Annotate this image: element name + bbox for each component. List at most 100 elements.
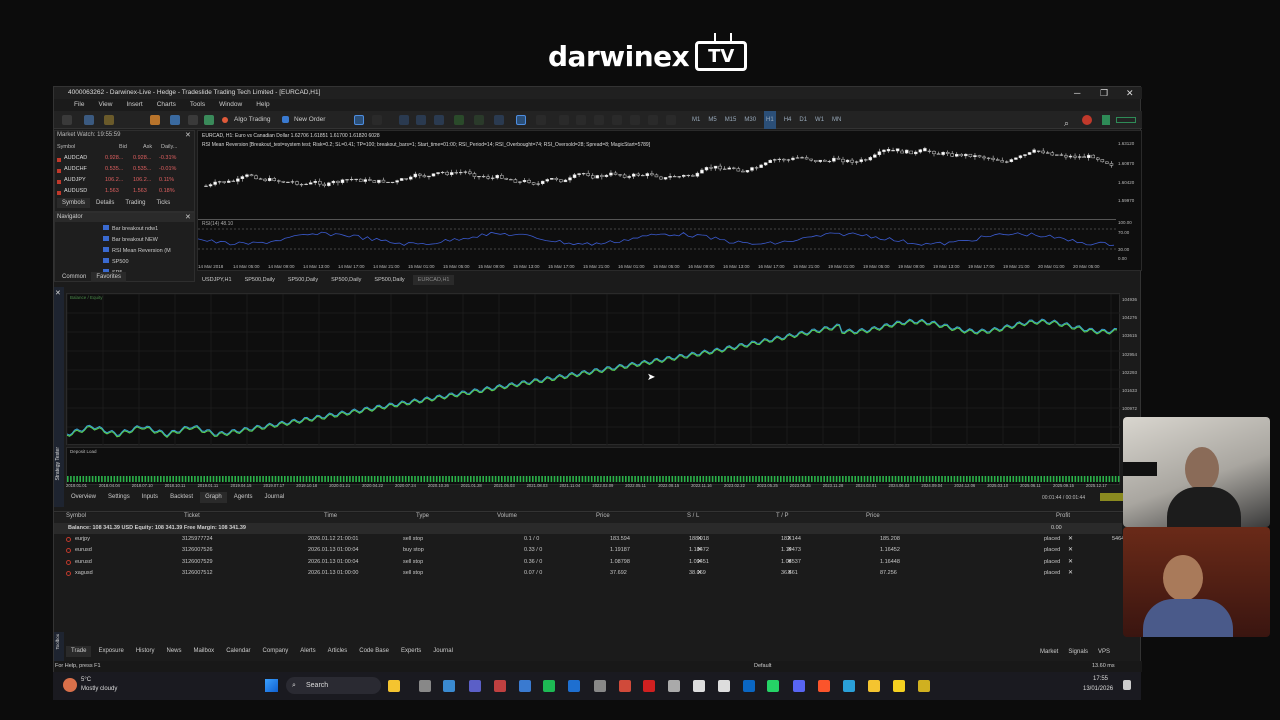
toolbox-tab-mailbox[interactable]: Mailbox [189, 646, 220, 657]
tf-m1[interactable]: M1 [692, 111, 700, 129]
algo-trading-button[interactable]: Algo Trading [234, 111, 271, 129]
tab-ticks[interactable]: Ticks [151, 198, 175, 208]
col-profit[interactable]: Profit [1056, 513, 1070, 519]
chart-tab[interactable]: SP500,Daily [326, 275, 366, 285]
toolbox-tab-news[interactable]: News [161, 646, 186, 657]
col-time[interactable]: Time [324, 513, 337, 519]
toolbox-tab-exposure[interactable]: Exposure [93, 646, 128, 657]
spotify-icon[interactable] [543, 680, 555, 692]
tab-agents[interactable]: Agents [229, 492, 258, 503]
toolbox-tab-experts[interactable]: Experts [396, 646, 426, 657]
col-daily[interactable]: Daily... [161, 144, 177, 150]
menu-charts[interactable]: Charts [157, 99, 176, 110]
navigator-item[interactable]: RSI Mean Reversion (M [103, 247, 171, 254]
col-symbol[interactable]: Symbol [66, 513, 86, 519]
order-row[interactable]: eurjpy 3125977724 2026.01.12 21:00:01 sell … [54, 534, 1122, 545]
col-sl[interactable]: S / L [687, 513, 699, 519]
market-watch-icon[interactable] [170, 115, 180, 125]
autoscroll-icon[interactable] [454, 115, 464, 125]
brave-icon[interactable] [818, 680, 830, 692]
tab-details[interactable]: Details [91, 198, 119, 208]
order-row[interactable]: eurusd 3126007529 2026.01.13 01:00:04 sell … [54, 557, 1122, 568]
taskbar-search[interactable]: ⌕ Search [286, 677, 381, 694]
menu-view[interactable]: View [98, 99, 112, 110]
sl-remove-icon[interactable]: ✕ [697, 557, 702, 568]
toolbox-tab-trade[interactable]: Trade [66, 646, 92, 657]
account-icon[interactable] [1102, 115, 1110, 125]
mail-icon[interactable] [568, 680, 580, 692]
tf-mn[interactable]: MN [832, 111, 841, 129]
chart-tab[interactable]: SP500,Daily [369, 275, 409, 285]
zoom-in-icon[interactable] [399, 115, 409, 125]
tp-remove-icon[interactable]: ✕ [787, 534, 792, 545]
sticky-notes-icon[interactable] [893, 680, 905, 692]
new-order-button[interactable]: New Order [294, 111, 325, 129]
widgets-icon[interactable] [443, 680, 455, 692]
col-ask[interactable]: Ask [143, 144, 152, 150]
teams-icon[interactable] [469, 680, 481, 692]
close-button[interactable]: ✕ [1126, 87, 1134, 99]
candles-icon[interactable] [372, 115, 382, 125]
tf-w1[interactable]: W1 [815, 111, 824, 129]
menu-window[interactable]: Window [219, 99, 242, 110]
tradingview-icon[interactable] [693, 680, 705, 692]
toolbox-tab-history[interactable]: History [131, 646, 160, 657]
toolbox-tab-company[interactable]: Company [258, 646, 294, 657]
chart-tab-active[interactable]: EURCAD,H1 [412, 275, 455, 285]
market-watch-row[interactable]: AUDJPY 106.2... 106.2... 0.11% [55, 177, 193, 187]
chart-shift-icon[interactable] [474, 115, 484, 125]
col-tp[interactable]: T / P [776, 513, 789, 519]
menu-tools[interactable]: Tools [190, 99, 205, 110]
navigator-item[interactable]: SP500 [103, 258, 129, 265]
market-link[interactable]: Market [1040, 649, 1058, 655]
notepad-icon[interactable] [519, 680, 531, 692]
discord-icon[interactable] [793, 680, 805, 692]
new-chart-icon[interactable] [62, 115, 72, 125]
tf-h4[interactable]: H4 [784, 111, 792, 129]
tab-journal[interactable]: Journal [259, 492, 289, 503]
zoom-out-icon[interactable] [416, 115, 426, 125]
cancel-order-icon[interactable]: ✕ [1068, 568, 1073, 579]
minimize-button[interactable]: ─ [1074, 87, 1080, 99]
cancel-order-icon[interactable]: ✕ [1068, 534, 1073, 545]
tab-graph[interactable]: Graph [200, 492, 227, 503]
file-explorer-icon[interactable] [388, 680, 400, 692]
tab-favorites[interactable]: Favorites [91, 272, 127, 282]
close-icon[interactable]: ✕ [185, 213, 191, 221]
linkedin-icon[interactable] [743, 680, 755, 692]
bar-chart-icon[interactable] [354, 115, 364, 125]
navigator-item[interactable]: Bar breakout ndw1 [103, 225, 158, 232]
notion-icon[interactable] [718, 680, 730, 692]
snipping-icon[interactable] [918, 680, 930, 692]
tf-h1[interactable]: H1 [764, 111, 776, 129]
cancel-order-icon[interactable]: ✕ [1068, 545, 1073, 556]
task-view-icon[interactable] [419, 680, 431, 692]
menu-insert[interactable]: Insert [126, 99, 142, 110]
market-watch-row[interactable]: AUDCHF 0.535... 0.535... -0.01% [55, 166, 193, 176]
col-volume[interactable]: Volume [497, 513, 517, 519]
tf-m30[interactable]: M30 [744, 111, 756, 129]
col-current-price[interactable]: Price [866, 513, 880, 519]
tab-settings[interactable]: Settings [103, 492, 135, 503]
col-symbol[interactable]: Symbol [57, 144, 75, 150]
tf-m5[interactable]: M5 [708, 111, 716, 129]
cursor-icon[interactable] [516, 115, 526, 125]
tp-remove-icon[interactable]: ✕ [787, 545, 792, 556]
chart-tab[interactable]: SP500,Daily [240, 275, 280, 285]
price-chart[interactable]: EURCAD, H1: Euro vs Canadian Dollar 1.62… [197, 130, 1142, 271]
menu-file[interactable]: File [74, 99, 84, 110]
toolbox-tab-journal[interactable]: Journal [428, 646, 458, 657]
col-bid[interactable]: Bid [119, 144, 127, 150]
windows-start-icon[interactable] [265, 679, 278, 692]
order-row[interactable]: xagusd 3126007512 2026.01.13 01:00:00 sell … [54, 568, 1122, 579]
tf-d1[interactable]: D1 [799, 111, 807, 129]
fibonacci-icon[interactable] [630, 115, 640, 125]
col-price[interactable]: Price [596, 513, 610, 519]
shapes-icon[interactable] [666, 115, 676, 125]
vps-link[interactable]: VPS [1098, 649, 1110, 655]
toolbox-tab-code-base[interactable]: Code Base [354, 646, 394, 657]
order-row[interactable]: eurusd 3126007526 2026.01.13 01:00:04 buy s… [54, 545, 1122, 556]
grid-icon[interactable] [434, 115, 444, 125]
tab-backtest[interactable]: Backtest [165, 492, 198, 503]
tab-symbols[interactable]: Symbols [57, 198, 91, 208]
